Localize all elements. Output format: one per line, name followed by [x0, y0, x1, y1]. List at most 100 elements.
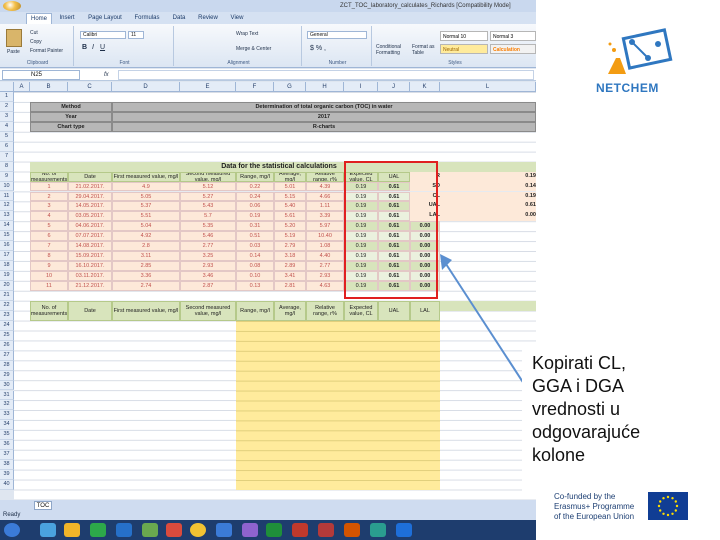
header-value[interactable]: Determination of total organic carbon (T… [112, 101, 536, 112]
row-header-40[interactable]: 40 [0, 480, 14, 490]
currency-icon[interactable]: $ % , [310, 45, 326, 52]
header-label[interactable]: Year [30, 111, 112, 122]
data-cell[interactable]: 2.8 [112, 241, 180, 252]
italic-button[interactable]: I [92, 44, 94, 51]
row-header-18[interactable]: 18 [0, 261, 14, 272]
bold-button[interactable]: B [82, 44, 87, 51]
data-cell[interactable]: 5 [30, 221, 68, 232]
row-header-35[interactable]: 35 [0, 430, 14, 441]
data-cell[interactable]: 2.74 [112, 281, 180, 291]
row-header-6[interactable]: 6 [0, 141, 14, 152]
row-header-17[interactable]: 17 [0, 251, 14, 262]
second-table-col-header[interactable]: No. of measurements [30, 300, 68, 321]
data-cell[interactable]: 4.63 [306, 281, 344, 291]
data-cell[interactable]: 16.10.2017. [68, 261, 112, 272]
data-cell[interactable]: 3.41 [274, 271, 306, 282]
data-cell[interactable]: 0.51 [236, 231, 274, 242]
row-header-29[interactable]: 29 [0, 370, 14, 381]
data-cell[interactable]: 4.9 [112, 181, 180, 192]
table-col-header[interactable]: No. of measurements [30, 171, 68, 182]
data-cell[interactable]: 5.19 [274, 231, 306, 242]
header-value[interactable]: R-charts [112, 121, 536, 132]
data-cell[interactable]: 0.06 [236, 201, 274, 212]
table-col-header[interactable]: Second measured value, mg/l [180, 171, 236, 182]
header-value[interactable]: 2017 [112, 111, 536, 122]
sheet-tab-toc[interactable]: TOC [34, 501, 52, 510]
data-cell[interactable]: 21.12.2017. [68, 281, 112, 291]
row-header-12[interactable]: 12 [0, 201, 14, 212]
column-header-f[interactable]: F [236, 82, 274, 92]
second-table-col-header[interactable]: Average, mg/l [274, 300, 306, 321]
data-cell[interactable]: 10.40 [306, 231, 344, 242]
app-icon[interactable] [142, 523, 158, 537]
data-cell[interactable]: 2.79 [274, 241, 306, 252]
row-header-1[interactable]: 1 [0, 92, 14, 102]
chrome-icon[interactable] [190, 523, 206, 537]
data-cell[interactable]: 3.25 [180, 251, 236, 262]
second-table-col-header[interactable]: First measured value, mg/l [112, 300, 180, 321]
data-cell[interactable]: 2.81 [274, 281, 306, 291]
data-cell[interactable]: 4.39 [306, 181, 344, 192]
format-as-table-button[interactable]: Format as Table [412, 44, 442, 56]
data-cell[interactable]: 5.61 [274, 211, 306, 222]
row-header-13[interactable]: 13 [0, 211, 14, 222]
paste-icon[interactable] [6, 29, 22, 47]
data-cell[interactable]: 3.11 [112, 251, 180, 262]
format-painter-button[interactable]: Format Painter [30, 48, 63, 54]
stat-value[interactable]: 0.61 [440, 201, 536, 212]
row-header-10[interactable]: 10 [0, 181, 14, 192]
data-cell[interactable]: 21.02.2017. [68, 181, 112, 192]
data-cell[interactable]: 5.20 [274, 221, 306, 232]
excel-icon[interactable] [266, 523, 282, 537]
data-cell[interactable]: 5.43 [180, 201, 236, 212]
ribbon-tab-data[interactable]: Data [168, 13, 190, 24]
fx-icon[interactable]: fx [104, 72, 109, 78]
row-header-3[interactable]: 3 [0, 111, 14, 122]
row-header-8[interactable]: 8 [0, 161, 14, 172]
data-cell[interactable]: 3.36 [112, 271, 180, 282]
row-header-16[interactable]: 16 [0, 241, 14, 252]
pdf-icon[interactable] [292, 523, 308, 537]
select-all-corner[interactable] [0, 82, 14, 92]
row-header-7[interactable]: 7 [0, 151, 14, 162]
table-col-header[interactable]: Relative range, r% [306, 171, 344, 182]
data-cell[interactable]: 0.31 [236, 221, 274, 232]
skype-icon[interactable] [396, 523, 412, 537]
outlook-icon[interactable] [116, 523, 132, 537]
viber-icon[interactable] [242, 523, 258, 537]
data-cell[interactable]: 2 [30, 191, 68, 202]
number-format-select[interactable]: General [307, 31, 367, 39]
column-header-b[interactable]: B [30, 82, 68, 92]
column-header-c[interactable]: C [68, 82, 112, 92]
row-header-28[interactable]: 28 [0, 360, 14, 371]
row-header-30[interactable]: 30 [0, 380, 14, 391]
data-cell[interactable]: 5.51 [112, 211, 180, 222]
row-header-33[interactable]: 33 [0, 410, 14, 421]
data-cell[interactable]: 5.15 [274, 191, 306, 202]
column-header-k[interactable]: K [410, 82, 440, 92]
row-header-5[interactable]: 5 [0, 131, 14, 142]
folder-icon[interactable] [64, 523, 80, 537]
second-table-col-header[interactable]: Date [68, 300, 112, 321]
column-header-j[interactable]: J [378, 82, 410, 92]
data-cell[interactable]: 03.05.2017. [68, 211, 112, 222]
style-normal-3[interactable]: Normal 3 [490, 31, 536, 41]
stat-value[interactable]: 0.00 [440, 211, 536, 222]
column-header-a[interactable]: A [14, 82, 30, 92]
row-header-39[interactable]: 39 [0, 470, 14, 481]
data-cell[interactable]: 2.89 [274, 261, 306, 272]
data-cell[interactable]: 0.13 [236, 281, 274, 291]
data-cell[interactable]: 5.01 [274, 181, 306, 192]
data-cell[interactable]: 7 [30, 241, 68, 252]
data-cell[interactable]: 4.92 [112, 231, 180, 242]
copy-button[interactable]: Copy [30, 39, 42, 45]
data-cell[interactable]: 5.05 [112, 191, 180, 202]
row-header-24[interactable]: 24 [0, 320, 14, 331]
access-icon[interactable] [318, 523, 334, 537]
column-header-h[interactable]: H [306, 82, 344, 92]
data-cell[interactable]: 4.40 [306, 251, 344, 262]
start-icon[interactable] [4, 523, 20, 537]
column-header-i[interactable]: I [344, 82, 378, 92]
media-icon[interactable] [90, 523, 106, 537]
stat-value[interactable]: 0.19 [440, 171, 536, 182]
